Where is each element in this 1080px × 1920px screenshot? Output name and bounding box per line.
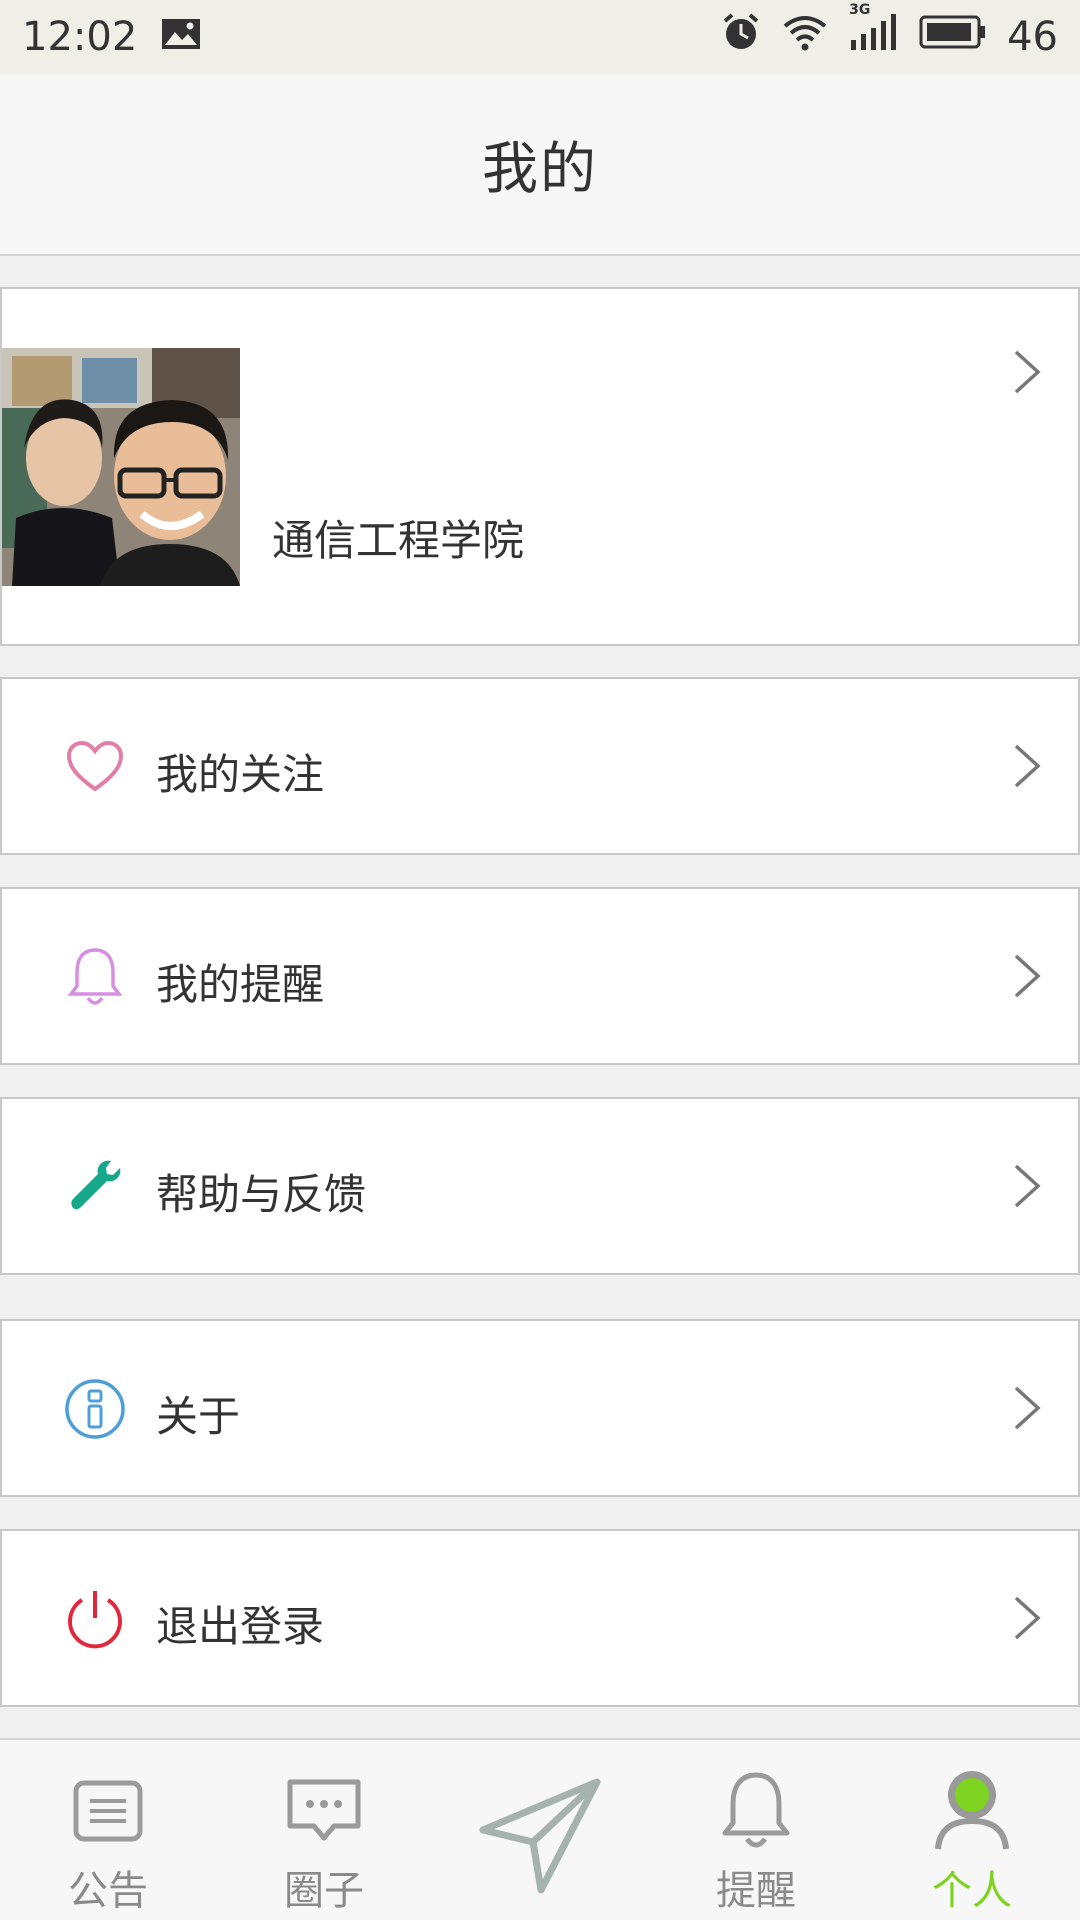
status-time: 12:02 — [22, 14, 138, 60]
notice-icon — [63, 1766, 153, 1856]
profile-card[interactable]: 通信工程学院 — [0, 287, 1080, 646]
menu-item-following[interactable]: 我的关注 — [0, 677, 1080, 855]
avatar — [2, 348, 240, 586]
menu-item-label: 退出登录 — [156, 1602, 325, 1651]
chevron-right-icon — [1012, 1385, 1042, 1431]
chevron-right-icon — [1012, 1163, 1042, 1209]
network-type-label: 3G — [849, 2, 871, 18]
battery-level: 46 — [1007, 14, 1058, 60]
chevron-right-icon — [1012, 1595, 1042, 1641]
menu-item-help-feedback[interactable]: 帮助与反馈 — [0, 1097, 1080, 1275]
image-notification-icon — [161, 14, 201, 60]
chat-icon — [279, 1766, 369, 1856]
info-icon — [64, 1378, 126, 1440]
menu-item-label: 我的提醒 — [156, 960, 325, 1009]
page-title: 我的 — [482, 136, 598, 202]
chevron-right-icon — [1012, 349, 1042, 395]
person-icon — [927, 1766, 1017, 1856]
chevron-right-icon — [1012, 743, 1042, 789]
tab-label: 个人 — [932, 1868, 1012, 1914]
chevron-right-icon — [1012, 953, 1042, 999]
tab-label: 圈子 — [284, 1868, 364, 1914]
tab-label: 提醒 — [716, 1868, 796, 1914]
menu-item-reminders[interactable]: 我的提醒 — [0, 887, 1080, 1065]
menu-item-about[interactable]: 关于 — [0, 1319, 1080, 1497]
tab-reminders[interactable]: 提醒 — [648, 1740, 864, 1920]
tab-label: 公告 — [68, 1868, 148, 1914]
profile-name: 通信工程学院 — [272, 516, 525, 565]
tab-personal[interactable]: 个人 — [864, 1740, 1080, 1920]
header-bar: 我的 — [0, 74, 1080, 256]
wrench-icon — [64, 1156, 126, 1218]
menu-item-logout[interactable]: 退出登录 — [0, 1529, 1080, 1707]
bell-icon — [64, 946, 126, 1008]
tab-circle[interactable]: 圈子 — [216, 1740, 432, 1920]
tab-notice[interactable]: 公告 — [0, 1740, 216, 1920]
signal-icon: 3G — [849, 2, 899, 62]
heart-icon — [64, 736, 126, 798]
battery-icon — [919, 14, 987, 60]
tab-send[interactable] — [432, 1740, 648, 1920]
menu-item-label: 我的关注 — [156, 750, 325, 799]
alarm-icon — [721, 12, 761, 62]
menu-item-label: 关于 — [156, 1392, 241, 1441]
power-icon — [64, 1588, 126, 1650]
bottom-tab-bar: 公告 圈子 提醒 个人 — [0, 1738, 1080, 1920]
status-bar: 12:02 3G 46 — [0, 0, 1080, 74]
wifi-icon — [781, 12, 829, 62]
menu-item-label: 帮助与反馈 — [156, 1170, 367, 1219]
bell-icon — [711, 1766, 801, 1856]
send-icon — [475, 1768, 605, 1898]
